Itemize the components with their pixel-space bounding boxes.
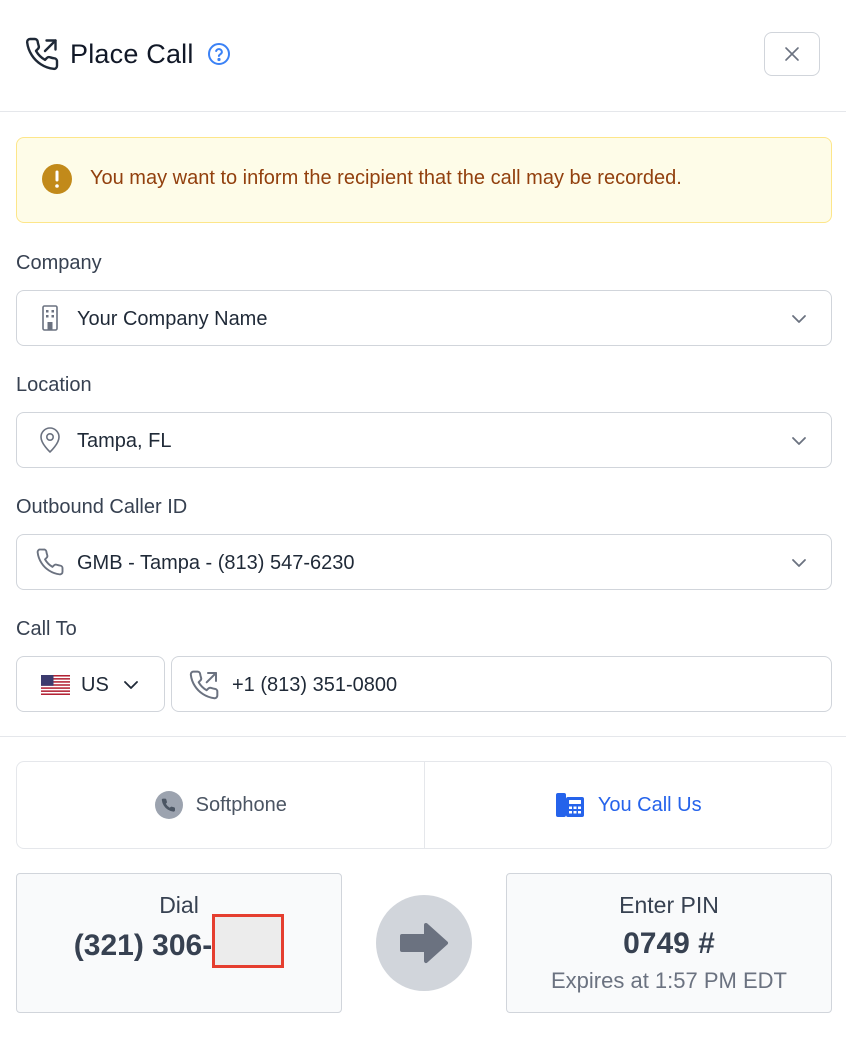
caller-id-label: Outbound Caller ID (16, 496, 188, 518)
warning-icon (42, 164, 72, 194)
caller-id-value: GMB - Tampa - (813) 547-6230 (77, 552, 355, 574)
recording-alert: You may want to inform the recipient tha… (16, 137, 832, 223)
tab-you-call-us-label: You Call Us (597, 793, 702, 816)
section-divider (0, 736, 846, 737)
dial-number-box: Dial (321) 306- (16, 873, 342, 1013)
phone-icon (36, 548, 64, 576)
outgoing-call-icon (189, 670, 219, 700)
location-value: Tampa, FL (77, 430, 172, 452)
chevron-down-icon (792, 437, 806, 445)
pin-label: Enter PIN (619, 892, 719, 918)
alert-message: You may want to inform the recipient tha… (90, 167, 682, 189)
building-icon (42, 305, 58, 331)
desk-phone-icon (555, 793, 584, 817)
phone-circle-icon (154, 791, 183, 819)
pin-expiry: Expires at 1:57 PM EDT (551, 968, 787, 993)
help-icon[interactable] (207, 42, 231, 66)
dial-number-prefix: (321) 306- (73, 928, 213, 962)
modal-title: Place Call (70, 39, 194, 69)
dial-number: (321) 306- (17, 914, 341, 968)
close-button[interactable] (764, 32, 820, 76)
location-label: Location (16, 374, 92, 396)
redaction-box (212, 914, 285, 968)
country-code: US (81, 674, 109, 696)
outgoing-call-icon (25, 37, 59, 71)
company-value: Your Company Name (77, 308, 268, 330)
call-to-field[interactable] (171, 656, 832, 712)
company-select[interactable]: Your Company Name (16, 290, 832, 346)
tab-you-call-us[interactable]: You Call Us (423, 762, 832, 848)
us-flag-icon (41, 675, 70, 695)
chevron-down-icon (792, 315, 806, 323)
tab-softphone-label: Softphone (195, 793, 287, 816)
map-pin-icon (40, 427, 60, 453)
arrow-circle (376, 895, 472, 991)
call-to-label: Call To (16, 618, 77, 640)
pin-value: 0749 # (623, 927, 715, 960)
call-method-tabs: Softphone You Call Us (16, 761, 832, 849)
caller-id-select[interactable]: GMB - Tampa - (813) 547-6230 (16, 534, 832, 590)
company-label: Company (16, 252, 102, 274)
phone-number-input[interactable] (232, 669, 792, 701)
dial-label: Dial (159, 892, 199, 918)
country-select[interactable]: US (16, 656, 165, 712)
modal-header: Place Call (0, 0, 846, 112)
chevron-down-icon (124, 681, 138, 689)
location-select[interactable]: Tampa, FL (16, 412, 832, 468)
close-icon (785, 47, 799, 61)
pin-box: Enter PIN 0749 # Expires at 1:57 PM EDT (506, 873, 832, 1013)
arrow-right-icon (400, 923, 448, 963)
chevron-down-icon (792, 559, 806, 567)
tab-softphone[interactable]: Softphone (17, 762, 424, 848)
